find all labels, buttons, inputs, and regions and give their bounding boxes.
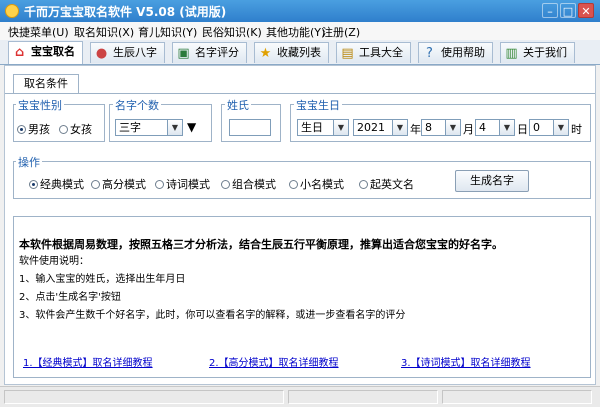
calendar-type-select[interactable]: 生日 ▼: [297, 119, 349, 136]
birth-year-select[interactable]: 2021 ▼: [353, 119, 408, 136]
birth-day-select[interactable]: 4 ▼: [475, 119, 515, 136]
month-unit: 月: [463, 123, 474, 136]
chevron-down-icon: ▼: [445, 120, 460, 135]
radio-selected-icon: [29, 180, 38, 189]
tab-about[interactable]: ▥ 关于我们: [500, 42, 575, 63]
status-bar: [0, 386, 600, 407]
year-unit: 年: [410, 123, 421, 136]
birthday-label: 宝宝生日: [294, 97, 342, 113]
day-unit: 日: [517, 123, 528, 136]
usage-step: 2、点击'生成名字'按钮: [19, 292, 121, 303]
status-cell: [4, 390, 284, 404]
tab-favorites[interactable]: ★ 收藏列表: [254, 42, 329, 63]
baby-icon: ●: [95, 46, 108, 61]
mode-english-name-radio[interactable]: 起英文名: [359, 176, 414, 192]
menu-other-functions[interactable]: 其他功能(Y): [266, 24, 325, 40]
radio-selected-icon: [17, 125, 26, 134]
chevron-down-icon: ▼: [167, 120, 182, 135]
birth-hour-select[interactable]: 0 ▼: [529, 119, 569, 136]
high-score-mode-tutorial-link[interactable]: 2.【高分模式】取名详细教程: [209, 354, 339, 369]
close-button[interactable]: ✕: [578, 3, 594, 18]
generate-names-button[interactable]: 生成名字: [455, 170, 529, 192]
name-length-label: 名字个数: [113, 97, 161, 113]
status-cell: [442, 390, 592, 404]
classic-mode-tutorial-link[interactable]: 1.【经典模式】取名详细教程: [23, 354, 153, 369]
gender-boy-radio[interactable]: 男孩: [17, 121, 50, 137]
chevron-down-icon: ▼: [553, 120, 568, 135]
tab-birth-bazi[interactable]: ● 生辰八字: [90, 42, 165, 63]
subtab-divider: [5, 93, 595, 94]
gender-girl-radio[interactable]: 女孩: [59, 121, 92, 137]
radio-icon: [221, 180, 230, 189]
title-bar: 千而万宝宝取名软件 V5.08 (试用版) – □ ✕: [0, 0, 600, 22]
description-headline: 本软件根据周易数理，按照五格三才分析法，结合生辰五行平衡原理，推算出适合您宝宝的…: [19, 238, 503, 251]
name-length-select[interactable]: 三字 ▼: [115, 119, 183, 136]
card-icon: ▣: [177, 46, 190, 61]
mode-poetry-radio[interactable]: 诗词模式: [155, 176, 210, 192]
menu-shortcut[interactable]: 快捷菜单(U): [8, 24, 69, 40]
main-tab-bar: ⌂ 宝宝取名 ● 生辰八字 ▣ 名字评分 ★ 收藏列表 ▤ 工具大全 ? 使用帮…: [0, 40, 600, 65]
star-icon: ★: [259, 46, 272, 61]
main-panel: 取名条件 宝宝性别 男孩 女孩 名字个数 三字 ▼ ▼ 姓氏 宝宝生日 生日 ▼…: [4, 65, 596, 385]
chevron-down-icon: ▼: [499, 120, 514, 135]
radio-icon: [155, 180, 164, 189]
usage-step: 1、输入宝宝的姓氏，选择出生年月日: [19, 274, 186, 285]
menu-parenting-knowledge[interactable]: 育儿知识(Y): [138, 24, 197, 40]
tab-help[interactable]: ? 使用帮助: [418, 42, 493, 63]
tab-name-score[interactable]: ▣ 名字评分: [172, 42, 247, 63]
chart-icon: ▥: [505, 46, 518, 61]
poetry-mode-tutorial-link[interactable]: 3.【诗词模式】取名详细教程: [401, 354, 531, 369]
mode-high-score-radio[interactable]: 高分模式: [91, 176, 146, 192]
house-icon: ⌂: [14, 45, 25, 60]
radio-icon: [59, 125, 68, 134]
maximize-button[interactable]: □: [560, 3, 576, 18]
menu-naming-knowledge[interactable]: 取名知识(X): [74, 24, 134, 40]
radio-icon: [289, 180, 298, 189]
usage-title: 软件使用说明：: [19, 256, 89, 267]
surname-input[interactable]: [229, 119, 271, 136]
tab-baby-naming[interactable]: ⌂ 宝宝取名: [8, 41, 83, 64]
tab-tools[interactable]: ▤ 工具大全: [336, 42, 411, 63]
birth-month-select[interactable]: 8 ▼: [421, 119, 461, 136]
operation-label: 操作: [16, 154, 42, 170]
chevron-down-icon: ▼: [392, 120, 407, 135]
radio-icon: [91, 180, 100, 189]
mode-nickname-radio[interactable]: 小名模式: [289, 176, 344, 192]
help-icon: ?: [426, 46, 433, 61]
notebook-icon: ▤: [341, 46, 354, 61]
window-title: 千而万宝宝取名软件 V5.08 (试用版): [24, 5, 227, 19]
menu-bar: 快捷菜单(U) 取名知识(X) 育儿知识(Y) 民俗知识(K) 其他功能(Y) …: [0, 22, 600, 41]
name-length-marker-icon: ▼: [187, 120, 197, 134]
mode-classic-radio[interactable]: 经典模式: [29, 176, 84, 192]
hour-unit: 时: [571, 123, 582, 136]
chevron-down-icon: ▼: [333, 120, 348, 135]
gender-label: 宝宝性别: [16, 97, 64, 113]
menu-register[interactable]: 注册(Z): [322, 24, 360, 40]
status-cell: [288, 390, 438, 404]
surname-label: 姓氏: [225, 97, 251, 113]
usage-step: 3、软件会产生数千个好名字，此时，你可以查看名字的解释，或进一步查看名字的评分: [19, 310, 406, 321]
radio-icon: [359, 180, 368, 189]
minimize-button[interactable]: –: [542, 3, 558, 18]
app-logo-icon: [5, 4, 19, 18]
menu-folk-knowledge[interactable]: 民俗知识(K): [202, 24, 262, 40]
tab-naming-conditions[interactable]: 取名条件: [13, 74, 79, 94]
mode-combination-radio[interactable]: 组合模式: [221, 176, 276, 192]
